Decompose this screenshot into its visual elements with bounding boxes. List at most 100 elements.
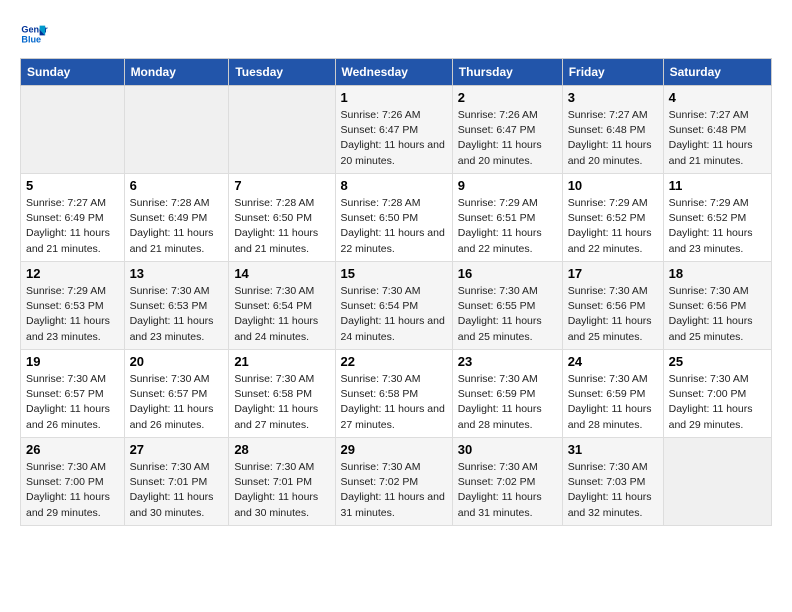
- calendar-cell: 8Sunrise: 7:28 AMSunset: 6:50 PMDaylight…: [335, 174, 452, 262]
- calendar-cell: 3Sunrise: 7:27 AMSunset: 6:48 PMDaylight…: [562, 86, 663, 174]
- daylight-text: Daylight: 11 hours and 23 minutes.: [669, 227, 753, 254]
- day-info: Sunrise: 7:30 AMSunset: 7:01 PMDaylight:…: [130, 460, 224, 521]
- calendar-cell: 7 Sunrise: 7:28 AMSunset: 6:50 PMDaylight…: [229, 174, 335, 262]
- daylight-text: Daylight: 11 hours and 30 minutes.: [130, 491, 214, 518]
- daylight-text: Daylight: 11 hours and 22 minutes.: [458, 227, 542, 254]
- sunrise-text: Sunrise: 7:28 AM: [234, 197, 314, 209]
- day-info: Sunrise: 7:30 AMSunset: 7:02 PMDaylight:…: [341, 460, 447, 521]
- daylight-text: Daylight: 11 hours and 29 minutes.: [26, 491, 110, 518]
- calendar-cell: 22 Sunrise: 7:30 AMSunset: 6:58 PMDayligh…: [335, 350, 452, 438]
- daylight-text: Daylight: 11 hours and 32 minutes.: [568, 491, 652, 518]
- sunrise-text: Sunrise: 7:28 AM: [341, 197, 421, 209]
- sunset-text: Sunset: 6:55 PM: [458, 300, 536, 312]
- calendar-cell: 1Sunrise: 7:26 AMSunset: 6:47 PMDaylight…: [335, 86, 452, 174]
- day-info: Sunrise: 7:30 AMSunset: 7:02 PMDaylight:…: [458, 460, 557, 521]
- sunrise-text: Sunrise: 7:30 AM: [458, 461, 538, 473]
- calendar-week-row: 1Sunrise: 7:26 AMSunset: 6:47 PMDaylight…: [21, 86, 772, 174]
- sunset-text: Sunset: 6:58 PM: [234, 388, 312, 400]
- svg-text:Blue: Blue: [21, 34, 41, 44]
- calendar-week-row: 26Sunrise: 7:30 AMSunset: 7:00 PMDayligh…: [21, 438, 772, 526]
- day-number: 18: [669, 266, 766, 281]
- sunrise-text: Sunrise: 7:29 AM: [568, 197, 648, 209]
- sunset-text: Sunset: 7:01 PM: [130, 476, 208, 488]
- daylight-text: Daylight: 11 hours and 20 minutes.: [568, 139, 652, 166]
- daylight-text: Daylight: 11 hours and 22 minutes.: [568, 227, 652, 254]
- day-of-week-header: Friday: [562, 59, 663, 86]
- day-number: 17: [568, 266, 658, 281]
- sunset-text: Sunset: 6:56 PM: [669, 300, 747, 312]
- sunrise-text: Sunrise: 7:27 AM: [669, 109, 749, 121]
- calendar-cell: 16Sunrise: 7:30 AMSunset: 6:55 PMDayligh…: [452, 262, 562, 350]
- day-info: Sunrise: 7:29 AM Sunset: 6:52 PM Daylight:…: [568, 196, 658, 257]
- sunrise-text: Sunrise: 7:30 AM: [341, 285, 421, 297]
- day-info: Sunrise: 7:30 AMSunset: 6:59 PMDaylight:…: [568, 372, 658, 433]
- day-info: Sunrise: 7:30 AMSunset: 6:55 PMDaylight:…: [458, 284, 557, 345]
- day-info: Sunrise: 7:30 AMSunset: 6:57 PMDaylight:…: [130, 372, 224, 433]
- sunset-text: Sunset: 6:52 PM: [568, 212, 646, 224]
- calendar-cell: 27Sunrise: 7:30 AMSunset: 7:01 PMDayligh…: [124, 438, 229, 526]
- day-info: Sunrise: 7:30 AMSunset: 6:59 PMDaylight:…: [458, 372, 557, 433]
- day-info: Sunrise: 7:30 AMSunset: 7:03 PMDaylight:…: [568, 460, 658, 521]
- sunrise-text: Sunrise: 7:30 AM: [130, 285, 210, 297]
- day-info: Sunrise: 7:27 AMSunset: 6:48 PMDaylight:…: [669, 108, 766, 169]
- day-number: 6: [130, 178, 224, 193]
- daylight-text: Daylight: 11 hours and 25 minutes.: [458, 315, 542, 342]
- sunrise-text: Sunrise: 7:30 AM: [568, 373, 648, 385]
- day-of-week-header: Monday: [124, 59, 229, 86]
- sunset-text: Sunset: 6:57 PM: [26, 388, 104, 400]
- day-info: Sunrise: 7:30 AMSunset: 6:54 PMDaylight:…: [234, 284, 329, 345]
- calendar-cell: 2Sunrise: 7:26 AMSunset: 6:47 PMDaylight…: [452, 86, 562, 174]
- day-info: Sunrise: 7:27 AMSunset: 6:48 PMDaylight:…: [568, 108, 658, 169]
- calendar-cell: [124, 86, 229, 174]
- daylight-text: Daylight: 11 hours and 24 minutes.: [234, 315, 318, 342]
- daylight-text: Daylight: 11 hours and 24 minutes.: [341, 315, 445, 342]
- sunset-text: Sunset: 6:49 PM: [26, 212, 104, 224]
- day-info: Sunrise: 7:30 AMSunset: 6:57 PMDaylight:…: [26, 372, 119, 433]
- daylight-text: Daylight: 11 hours and 28 minutes.: [458, 403, 542, 430]
- day-number: 26: [26, 442, 119, 457]
- daylight-text: Daylight: 11 hours and 21 minutes.: [669, 139, 753, 166]
- day-info: Sunrise: 7:26 AMSunset: 6:47 PMDaylight:…: [341, 108, 447, 169]
- calendar-cell: 21Sunrise: 7:30 AMSunset: 6:58 PMDayligh…: [229, 350, 335, 438]
- day-info: Sunrise: 7:28 AMSunset: 6:50 PMDaylight:…: [234, 196, 329, 257]
- day-number: 22: [341, 354, 447, 369]
- sunset-text: Sunset: 6:47 PM: [341, 124, 419, 136]
- daylight-text: Daylight: 11 hours and 20 minutes.: [458, 139, 542, 166]
- day-number: 21: [234, 354, 329, 369]
- day-info: Sunrise: 7:30 AMSunset: 6:53 PMDaylight:…: [130, 284, 224, 345]
- daylight-text: Daylight: 11 hours and 22 minutes.: [341, 227, 445, 254]
- calendar-cell: 31Sunrise: 7:30 AMSunset: 7:03 PMDayligh…: [562, 438, 663, 526]
- day-number: 15: [341, 266, 447, 281]
- calendar-cell: 11Sunrise: 7:29 AMSunset: 6:52 PMDayligh…: [663, 174, 771, 262]
- day-of-week-header: Thursday: [452, 59, 562, 86]
- daylight-text: Daylight: 11 hours and 21 minutes.: [130, 227, 214, 254]
- sunrise-text: Sunrise: 7:30 AM: [568, 285, 648, 297]
- calendar-cell: 29 Sunrise: 7:30 AMSunset: 7:02 PMDayligh…: [335, 438, 452, 526]
- calendar-week-row: 12Sunrise: 7:29 AMSunset: 6:53 PMDayligh…: [21, 262, 772, 350]
- calendar-cell: 30Sunrise: 7:30 AMSunset: 7:02 PMDayligh…: [452, 438, 562, 526]
- sunset-text: Sunset: 7:01 PM: [234, 476, 312, 488]
- sunrise-text: Sunrise: 7:30 AM: [130, 373, 210, 385]
- sunset-text: Sunset: 6:57 PM: [130, 388, 208, 400]
- day-number: 9: [458, 178, 557, 193]
- daylight-text: Daylight: 11 hours and 27 minutes.: [234, 403, 318, 430]
- sunset-text: Sunset: 6:59 PM: [458, 388, 536, 400]
- calendar-cell: 17 Sunrise: 7:30 AMSunset: 6:56 PMDayligh…: [562, 262, 663, 350]
- calendar-cell: [229, 86, 335, 174]
- day-number: 30: [458, 442, 557, 457]
- day-number: 7: [234, 178, 329, 193]
- daylight-text: Daylight: 11 hours and 25 minutes.: [669, 315, 753, 342]
- day-number: 29: [341, 442, 447, 457]
- day-info: Sunrise: 7:29 AMSunset: 6:52 PMDaylight:…: [669, 196, 766, 257]
- sunset-text: Sunset: 6:48 PM: [568, 124, 646, 136]
- day-info: Sunrise: 7:30 AMSunset: 6:54 PMDaylight:…: [341, 284, 447, 345]
- day-number: 13: [130, 266, 224, 281]
- daylight-text: Daylight: 11 hours and 26 minutes.: [26, 403, 110, 430]
- sunset-text: Sunset: 7:02 PM: [458, 476, 536, 488]
- day-of-week-header: Saturday: [663, 59, 771, 86]
- calendar-cell: 6Sunrise: 7:28 AMSunset: 6:49 PMDaylight…: [124, 174, 229, 262]
- calendar-cell: 5Sunrise: 7:27 AMSunset: 6:49 PMDaylight…: [21, 174, 125, 262]
- sunrise-text: Sunrise: 7:30 AM: [568, 461, 648, 473]
- day-info: Sunrise: 7:30 AMSunset: 6:58 PMDaylight:…: [341, 372, 447, 433]
- day-info: Sunrise: 7:30 AMSunset: 6:56 PMDaylight:…: [568, 284, 658, 345]
